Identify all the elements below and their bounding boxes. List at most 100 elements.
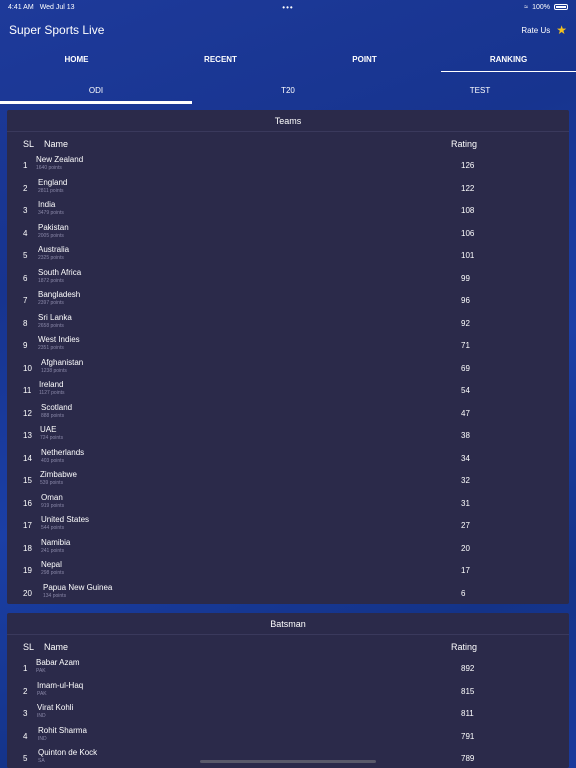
row-name: Scotland	[41, 402, 73, 412]
row-subtitle: 2005 points	[38, 232, 64, 239]
table-row[interactable]: 3 Virat Kohli IND 811	[7, 702, 569, 725]
table-row[interactable]: 19 Nepal 298 points 17	[7, 559, 569, 582]
table-row[interactable]: 9 West Indies 2351 points 71	[7, 334, 569, 357]
status-right: ≈ 100%	[524, 4, 568, 11]
row-rating: 791	[461, 731, 475, 741]
rate-us-label: Rate Us	[521, 25, 551, 35]
table-row[interactable]: 10 Afghanistan 1238 points 69	[7, 357, 569, 380]
row-rating: 6	[461, 588, 466, 598]
row-sl: 2	[23, 183, 28, 193]
table-row[interactable]: 15 Zimbabwe 539 points 32	[7, 469, 569, 492]
table-row[interactable]: 11 Ireland 1127 points 54	[7, 379, 569, 402]
app-title: Super Sports Live	[9, 23, 105, 37]
row-name: United States	[41, 515, 90, 524]
tab-test[interactable]: TEST	[384, 76, 576, 104]
table-row[interactable]: 8 Sri Lanka 2658 points 92	[7, 312, 569, 335]
row-rating: 34	[461, 453, 470, 463]
table-row[interactable]: 13 UAE 724 points 38	[7, 424, 569, 447]
table-row[interactable]: 5 Australia 2325 points 101	[7, 244, 569, 267]
row-name: UAE	[40, 425, 57, 434]
table-row[interactable]: 1 New Zealand 1640 points 126	[7, 154, 569, 177]
row-rating: 71	[461, 341, 470, 350]
row-sl: 2	[23, 686, 28, 696]
tab-ranking[interactable]: RANKING	[441, 46, 576, 72]
row-subtitle: 403 points	[41, 457, 65, 464]
table-row[interactable]: 17 United States 544 points 27	[7, 514, 569, 537]
row-name: South Africa	[38, 267, 82, 277]
table-row[interactable]: 16 Oman 919 points 31	[7, 492, 569, 515]
table-row[interactable]: 7 Bangladesh 2397 points 96	[7, 289, 569, 312]
row-subtitle: IND	[37, 713, 46, 719]
home-indicator[interactable]	[200, 760, 376, 763]
row-sl: 19	[23, 566, 32, 575]
table-row[interactable]: 6 South Africa 1872 points 99	[7, 267, 569, 290]
row-subtitle: 2325 points	[38, 255, 64, 261]
row-name: West Indies	[38, 335, 80, 344]
row-name: Netherlands	[41, 447, 85, 457]
row-sl: 4	[23, 731, 28, 741]
row-rating: 108	[461, 206, 475, 215]
row-sl: 20	[23, 588, 32, 598]
batsman-title: Batsman	[7, 613, 569, 635]
row-sl: 12	[23, 408, 32, 418]
table-row[interactable]: 5 Quinton de Kock SA 789	[7, 747, 569, 768]
tab-odi[interactable]: ODI	[0, 76, 192, 104]
row-sl: 14	[23, 453, 32, 463]
row-name: Quinton de Kock	[38, 748, 98, 757]
batsman-list: 1 Babar Azam PAK 892 2 Imam-ul-Haq PAK 815 3 Vira…	[7, 657, 569, 768]
table-row[interactable]: 4 Pakistan 2005 points 106	[7, 222, 569, 245]
row-sl: 17	[23, 521, 32, 530]
row-name: Virat Kohli	[37, 703, 74, 712]
row-name: Sri Lanka	[38, 312, 72, 322]
row-subtitle: 2397 points	[38, 300, 64, 306]
row-rating: 126	[461, 161, 475, 170]
row-rating: 69	[461, 363, 470, 373]
table-row[interactable]: 3 India 3479 points 108	[7, 199, 569, 222]
teams-title: Teams	[7, 110, 569, 132]
batsman-column-header: SL Name Rating	[7, 635, 569, 657]
table-row[interactable]: 18 Namibia 241 points 20	[7, 537, 569, 560]
row-sl: 5	[23, 251, 28, 260]
table-row[interactable]: 2 England 2811 points 122	[7, 177, 569, 200]
column-rating: Rating	[451, 642, 478, 652]
teams-column-header: SL Name Rating	[7, 132, 569, 154]
row-name: Rohit Sharma	[38, 725, 87, 735]
row-name: Bangladesh	[38, 290, 81, 299]
row-name: Pakistan	[38, 222, 69, 232]
tab-home[interactable]: HOME	[9, 46, 144, 72]
table-row[interactable]: 14 Netherlands 403 points 34	[7, 447, 569, 470]
row-rating: 101	[461, 251, 475, 260]
battery-percent: 100%	[532, 3, 550, 11]
main-tabs: HOME RECENT POINT RANKING	[0, 46, 576, 72]
column-name: Name	[44, 642, 69, 652]
tab-t20[interactable]: T20	[192, 76, 384, 104]
row-sl: 15	[23, 476, 32, 485]
row-rating: 27	[461, 521, 470, 530]
row-sl: 11	[23, 386, 32, 395]
row-sl: 9	[23, 341, 28, 350]
column-sl: SL	[23, 139, 35, 149]
table-row[interactable]: 12 Scotland 888 points 47	[7, 402, 569, 425]
tab-point[interactable]: POINT	[297, 46, 432, 72]
row-sl: 3	[23, 709, 28, 718]
format-tabs: ODI T20 TEST	[0, 76, 576, 104]
star-icon: ★	[556, 23, 567, 37]
table-row[interactable]: 1 Babar Azam PAK 892	[7, 657, 569, 680]
rate-us-button[interactable]: Rate Us ★	[521, 24, 567, 36]
row-subtitle: 2351 points	[38, 345, 64, 351]
multitasking-dots[interactable]: •••	[282, 3, 293, 12]
row-name: Babar Azam	[36, 658, 80, 667]
batsman-panel: Batsman SL Name Rating 1 Babar Azam PAK 892…	[7, 613, 569, 768]
row-rating: 811	[461, 709, 474, 718]
table-row[interactable]: 20 Papua New Guinea 134 points 6	[7, 582, 569, 605]
tab-recent[interactable]: RECENT	[153, 46, 288, 72]
row-rating: 892	[461, 664, 475, 673]
row-subtitle: 241 points	[41, 547, 65, 554]
wifi-icon: ≈	[524, 3, 529, 11]
teams-list: 1 New Zealand 1640 points 126 2 England 2811 p…	[7, 154, 569, 604]
row-sl: 3	[23, 206, 28, 215]
table-row[interactable]: 4 Rohit Sharma IND 791	[7, 725, 569, 748]
row-subtitle: 1238 points	[41, 367, 67, 374]
table-row[interactable]: 2 Imam-ul-Haq PAK 815	[7, 680, 569, 703]
teams-panel: Teams SL Name Rating 1 New Zealand 1640 po…	[7, 110, 569, 604]
